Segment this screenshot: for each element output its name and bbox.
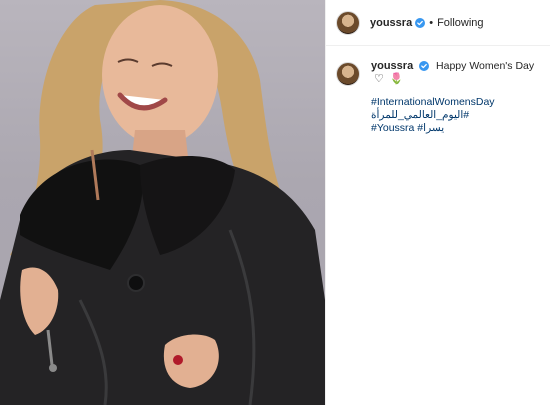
instagram-post: youssra • Following youssra Happy Women'… — [0, 0, 550, 405]
caption-author-avatar[interactable] — [336, 62, 360, 86]
caption-verified-badge-icon — [419, 61, 430, 72]
following-button[interactable]: Following — [437, 17, 483, 29]
post-photo[interactable] — [0, 0, 325, 405]
hashtag-list: #InternationalWomensDay #اليوم_العالمي_ل… — [371, 96, 540, 135]
caption-text: Happy Women's Day — [436, 60, 535, 72]
verified-badge-icon — [415, 17, 426, 28]
caption-body: youssra Happy Women's Day ♡ 🌷 #Internati… — [371, 60, 540, 135]
coat-button-shape — [127, 274, 145, 292]
face-shape — [102, 5, 218, 145]
tulip-icon: 🌷 — [389, 73, 404, 85]
author-username[interactable]: youssra — [370, 17, 412, 29]
author-avatar[interactable] — [336, 10, 360, 35]
header-separator: • — [429, 16, 434, 29]
post-header: youssra • Following — [326, 0, 550, 46]
hashtag-youssra[interactable]: #Youssra #يسرا — [371, 122, 540, 135]
caption-author-username[interactable]: youssra — [371, 60, 413, 72]
heart-icon: ♡ — [374, 73, 384, 85]
post-sidebar: youssra • Following youssra Happy Women'… — [325, 0, 550, 405]
hashtag-arabic-womens-day[interactable]: #اليوم_العالمي_للمرأة — [371, 109, 540, 122]
caption-comment: youssra Happy Women's Day ♡ 🌷 #Internati… — [326, 46, 550, 135]
portrait-illustration — [0, 0, 325, 405]
hashtag-international-womens-day[interactable]: #InternationalWomensDay — [371, 96, 540, 109]
ring-shape — [173, 355, 183, 365]
